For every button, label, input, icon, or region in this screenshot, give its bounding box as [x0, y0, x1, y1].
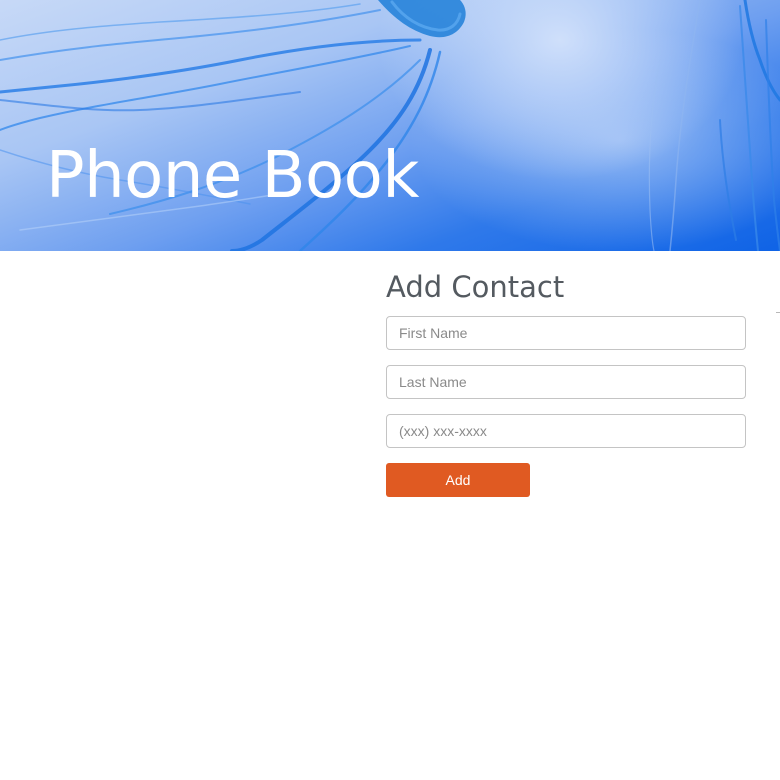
- header-banner: Phone Book: [0, 0, 780, 251]
- first-name-input[interactable]: [386, 316, 746, 350]
- form-heading: Add Contact: [386, 270, 565, 304]
- add-contact-form: Add Contact Add: [386, 268, 746, 497]
- divider: [776, 312, 780, 313]
- phone-input[interactable]: [386, 414, 746, 448]
- last-name-input[interactable]: [386, 365, 746, 399]
- add-button[interactable]: Add: [386, 463, 530, 497]
- page-title: Phone Book: [46, 139, 419, 213]
